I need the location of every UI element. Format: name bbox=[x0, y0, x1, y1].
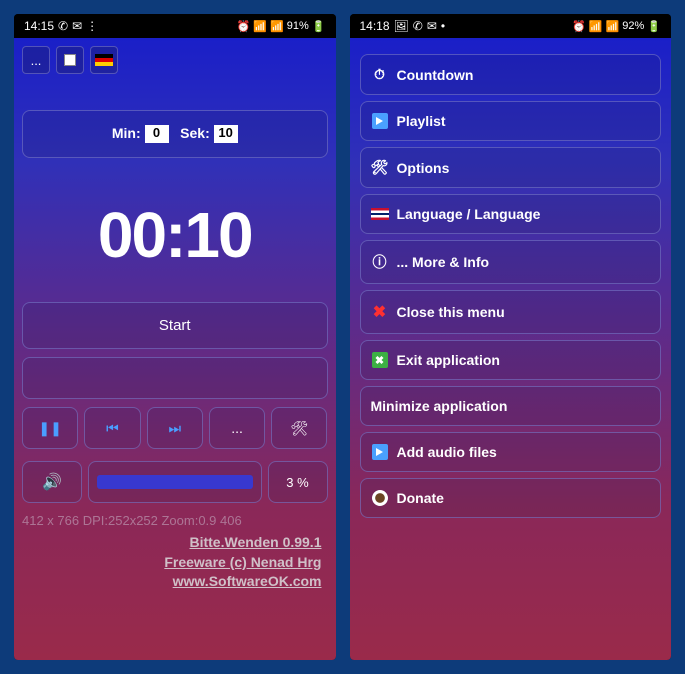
flag-de-button[interactable] bbox=[90, 46, 118, 74]
menu-minimize[interactable]: Minimize application bbox=[360, 386, 662, 426]
status-bar: 14:18 🖼 ✆ ✉ • ⏰ 📶 📶 92% 🔋 bbox=[350, 14, 672, 38]
status-time: 14:15 bbox=[24, 19, 54, 33]
menu-playlist[interactable]: Playlist bbox=[360, 101, 662, 141]
stop-icon bbox=[64, 54, 76, 66]
start-button[interactable]: Start bbox=[22, 302, 328, 349]
volume-track bbox=[97, 475, 253, 489]
info-icon: ⓘ bbox=[371, 252, 389, 272]
menu-label: Add audio files bbox=[397, 444, 497, 460]
menu-label: Exit application bbox=[397, 352, 500, 368]
whatsapp-icon: ✆ bbox=[58, 19, 68, 33]
countdown-display: 00:10 bbox=[22, 198, 328, 272]
tools-icon: 🛠 bbox=[290, 420, 308, 437]
play-icon bbox=[371, 444, 389, 460]
footer-links: Bitte.Wenden 0.99.1 Freeware (c) Nenad H… bbox=[22, 533, 328, 652]
exit-icon: ✖ bbox=[371, 352, 389, 368]
prev-button[interactable]: ⏮ bbox=[84, 407, 140, 449]
menu-countdown[interactable]: ⏱ Countdown bbox=[360, 54, 662, 95]
menu-dots-button[interactable]: ... bbox=[22, 46, 50, 74]
menu-close[interactable]: ✖ Close this menu bbox=[360, 290, 662, 334]
mail-icon: ✉ bbox=[72, 19, 82, 33]
battery-icon: 🔋 bbox=[312, 20, 326, 33]
min-input[interactable]: 0 bbox=[145, 125, 169, 143]
battery-text: 92% bbox=[622, 20, 644, 32]
volume-button[interactable]: 🔊 bbox=[22, 461, 82, 503]
debug-info: 412 x 766 DPI:252x252 Zoom:0.9 406 bbox=[22, 513, 328, 528]
menu-donate[interactable]: Donate bbox=[360, 478, 662, 518]
menu-options[interactable]: 🛠 Options bbox=[360, 147, 662, 188]
tools-icon: 🛠 bbox=[371, 159, 389, 176]
volume-row: 🔊 3 % bbox=[22, 461, 328, 503]
signal-icon: 📶 bbox=[270, 20, 284, 33]
empty-button[interactable] bbox=[22, 357, 328, 399]
stopwatch-icon: ⏱ bbox=[371, 66, 389, 83]
menu-label: Donate bbox=[397, 490, 444, 506]
menu-label: Language / Language bbox=[397, 206, 541, 222]
menu-more-info[interactable]: ⓘ ... More & Info bbox=[360, 240, 662, 284]
close-icon: ✖ bbox=[371, 302, 389, 322]
coffee-icon bbox=[371, 490, 389, 506]
menu-language[interactable]: Language / Language bbox=[360, 194, 662, 234]
next-icon: ⏭ bbox=[168, 420, 181, 437]
playback-controls: ❚❚ ⏮ ⏭ ... 🛠 bbox=[22, 407, 328, 449]
next-button[interactable]: ⏭ bbox=[147, 407, 203, 449]
menu-label: ... More & Info bbox=[397, 254, 490, 270]
app-body-right: ⏱ Countdown Playlist 🛠 Options Language … bbox=[350, 38, 672, 660]
battery-text: 91% bbox=[287, 20, 309, 32]
phone-right: 14:18 🖼 ✆ ✉ • ⏰ 📶 📶 92% 🔋 ⏱ Countdown Pl… bbox=[350, 14, 672, 660]
prev-icon: ⏮ bbox=[106, 420, 119, 437]
copyright-link[interactable]: Freeware (c) Nenad Hrg bbox=[22, 553, 322, 573]
flag-uk-icon bbox=[371, 208, 389, 220]
website-link[interactable]: www.SoftwareOK.com bbox=[22, 572, 322, 592]
phone-left: 14:15 ✆ ✉ ⋮ ⏰ 📶 📶 91% 🔋 ... Min: 0 bbox=[14, 14, 336, 660]
menu-label: Close this menu bbox=[397, 304, 505, 320]
signal-icon: 📶 bbox=[606, 20, 620, 33]
time-setup-panel: Min: 0 Sek: 10 bbox=[22, 110, 328, 158]
wifi-icon: 📶 bbox=[589, 20, 603, 33]
battery-icon: 🔋 bbox=[647, 20, 661, 33]
menu-add-audio[interactable]: Add audio files bbox=[360, 432, 662, 472]
mail-icon: ✉ bbox=[427, 19, 437, 33]
play-icon bbox=[371, 113, 389, 129]
status-time: 14:18 bbox=[360, 19, 390, 33]
volume-percent: 3 % bbox=[268, 461, 328, 503]
pause-button[interactable]: ❚❚ bbox=[22, 407, 78, 449]
menu-label: Countdown bbox=[397, 67, 474, 83]
gallery-icon: 🖼 bbox=[394, 19, 409, 33]
more-icon: ⋮ bbox=[86, 19, 98, 33]
whatsapp-icon: ✆ bbox=[413, 19, 423, 33]
speaker-icon: 🔊 bbox=[42, 472, 62, 492]
alarm-icon: ⏰ bbox=[237, 20, 251, 33]
pause-icon: ❚❚ bbox=[38, 420, 61, 437]
stop-button[interactable] bbox=[56, 46, 84, 74]
status-bar: 14:15 ✆ ✉ ⋮ ⏰ 📶 📶 91% 🔋 bbox=[14, 14, 336, 38]
sek-input[interactable]: 10 bbox=[214, 125, 238, 143]
sek-label: Sek: bbox=[180, 125, 210, 141]
dot-icon: • bbox=[441, 19, 445, 33]
menu-list: ⏱ Countdown Playlist 🛠 Options Language … bbox=[358, 46, 664, 526]
menu-label: Playlist bbox=[397, 113, 446, 129]
more-button[interactable]: ... bbox=[209, 407, 265, 449]
menu-label: Minimize application bbox=[371, 398, 508, 414]
min-label: Min: bbox=[112, 125, 141, 141]
wifi-icon: 📶 bbox=[253, 20, 267, 33]
tools-button[interactable]: 🛠 bbox=[271, 407, 327, 449]
flag-de-icon bbox=[95, 54, 113, 66]
menu-exit[interactable]: ✖ Exit application bbox=[360, 340, 662, 380]
volume-slider[interactable] bbox=[88, 461, 262, 503]
alarm-icon: ⏰ bbox=[572, 20, 586, 33]
app-body-left: ... Min: 0 Sek: 10 00:10 Start ❚❚ ⏮ ⏭ ..… bbox=[14, 38, 336, 660]
app-version-link[interactable]: Bitte.Wenden 0.99.1 bbox=[22, 533, 322, 553]
menu-label: Options bbox=[397, 160, 450, 176]
top-button-row: ... bbox=[22, 46, 328, 74]
